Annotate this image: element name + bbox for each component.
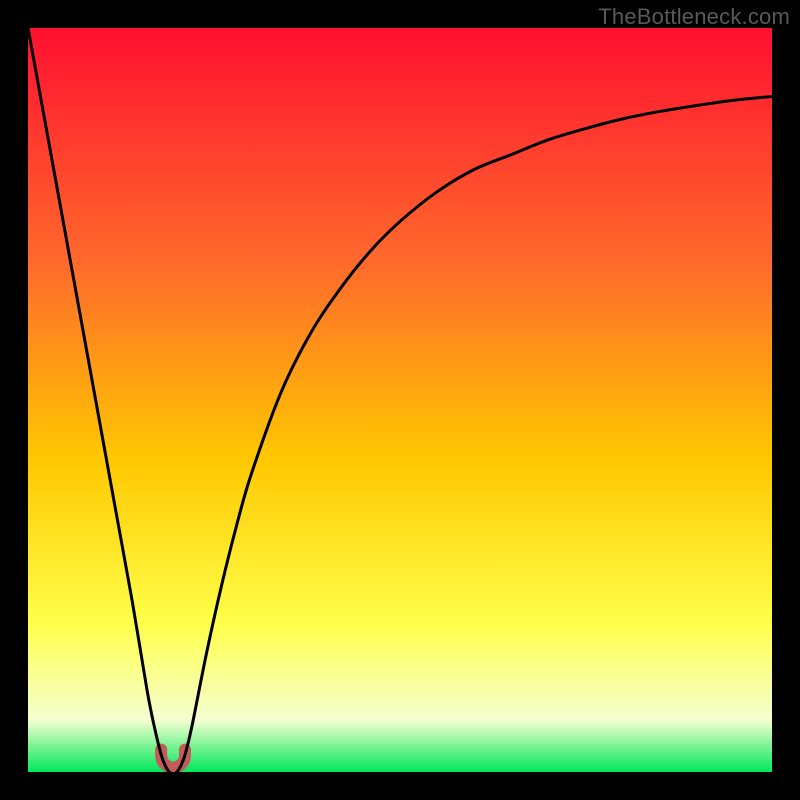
gradient-background: [28, 28, 772, 772]
bottleneck-chart: [28, 28, 772, 772]
watermark-text: TheBottleneck.com: [598, 4, 790, 30]
plot-area: [28, 28, 772, 772]
chart-frame: TheBottleneck.com: [0, 0, 800, 800]
